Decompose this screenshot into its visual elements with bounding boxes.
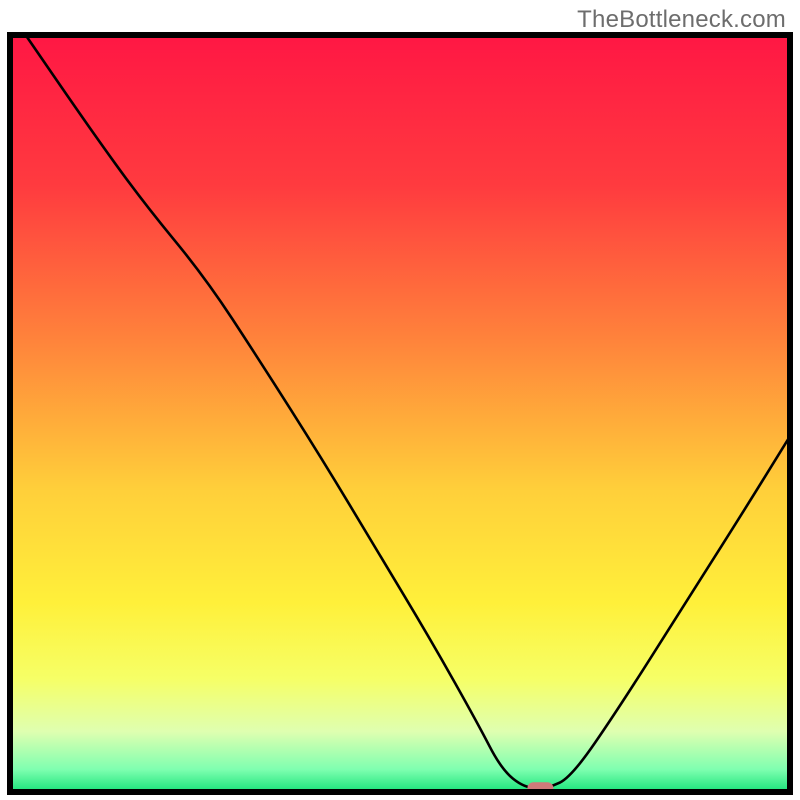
chart-container: TheBottleneck.com <box>0 0 800 800</box>
watermark-text: TheBottleneck.com <box>577 6 786 34</box>
chart-svg <box>0 0 800 800</box>
plot-background <box>10 35 790 792</box>
